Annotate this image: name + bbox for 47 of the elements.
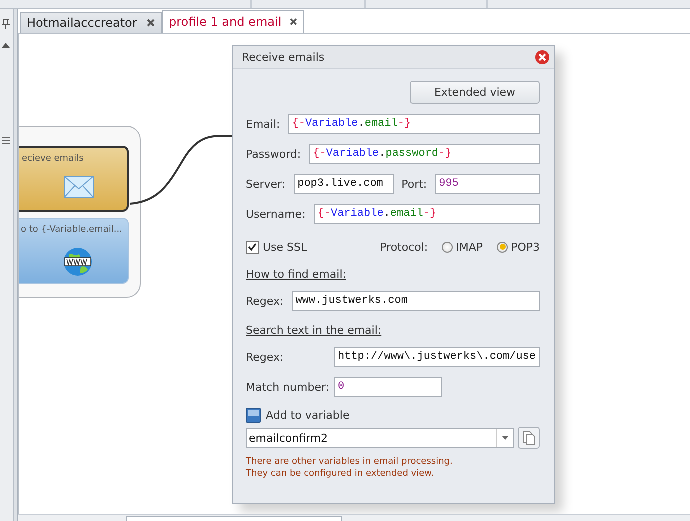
radio-label: IMAP: [456, 240, 484, 254]
input-field[interactable]: pop3.live.com: [294, 174, 394, 194]
field-label: Regex:: [246, 294, 284, 308]
close-icon[interactable]: [147, 19, 155, 27]
radio-button[interactable]: [442, 242, 454, 252]
field-label: Regex:: [246, 350, 285, 364]
close-icon[interactable]: [535, 50, 550, 64]
info-note: They can be configured in extended view.: [246, 468, 436, 480]
field-label: Match number:: [246, 380, 326, 394]
field-label: Port:: [402, 178, 428, 190]
checkbox[interactable]: [246, 240, 259, 254]
checkbox-label: Use SSL: [263, 240, 308, 254]
input-field[interactable]: {-Variable.email-}: [314, 204, 540, 224]
input-field[interactable]: 995: [435, 174, 540, 194]
variable-icon: [246, 408, 261, 422]
copy-icon: [522, 430, 536, 446]
dropdown-caret-icon[interactable]: [502, 436, 508, 440]
field-label: Username:: [246, 208, 306, 220]
input-field[interactable]: {-Variable.password-}: [309, 144, 540, 164]
globe-icon: [63, 247, 93, 277]
close-icon[interactable]: [290, 18, 297, 26]
pin-icon[interactable]: [1, 19, 11, 29]
radio-label: POP3: [511, 240, 540, 254]
field-label: Protocol:: [380, 240, 428, 254]
document-tab[interactable]: profile 1 and email: [162, 10, 304, 33]
variable-dropdown[interactable]: emailconfirm2: [246, 428, 514, 448]
info-note: There are other variables in email processing.: [246, 456, 454, 468]
dialog-title: Receive emails: [242, 50, 325, 64]
input-field[interactable]: www.justwerks.com: [292, 291, 540, 311]
extended-view-button[interactable]: Extended view: [410, 81, 540, 104]
action-node[interactable]: ecieve emails: [19, 146, 129, 212]
section-heading: Search text in the email:: [246, 323, 383, 337]
field-label: Password:: [246, 148, 302, 160]
field-label: Server:: [246, 178, 286, 190]
input-field[interactable]: {-Variable.email-}: [288, 114, 540, 134]
input-field[interactable]: 0: [334, 377, 442, 397]
field-label: Add to variable: [266, 408, 350, 422]
envelope-icon: [64, 176, 94, 198]
input-field[interactable]: http://www\.justwerks\.com/use: [334, 347, 540, 367]
menu-icon[interactable]: [2, 137, 10, 144]
radio-button[interactable]: [497, 242, 508, 252]
field-label: Email:: [246, 118, 280, 130]
section-heading: How to find email:: [246, 267, 348, 281]
document-tab[interactable]: Hotmailacccreator: [20, 12, 162, 33]
scroll-up-icon[interactable]: [2, 43, 10, 48]
copy-button[interactable]: [518, 427, 540, 449]
action-node[interactable]: o to {-Variable.email...: [19, 218, 129, 284]
